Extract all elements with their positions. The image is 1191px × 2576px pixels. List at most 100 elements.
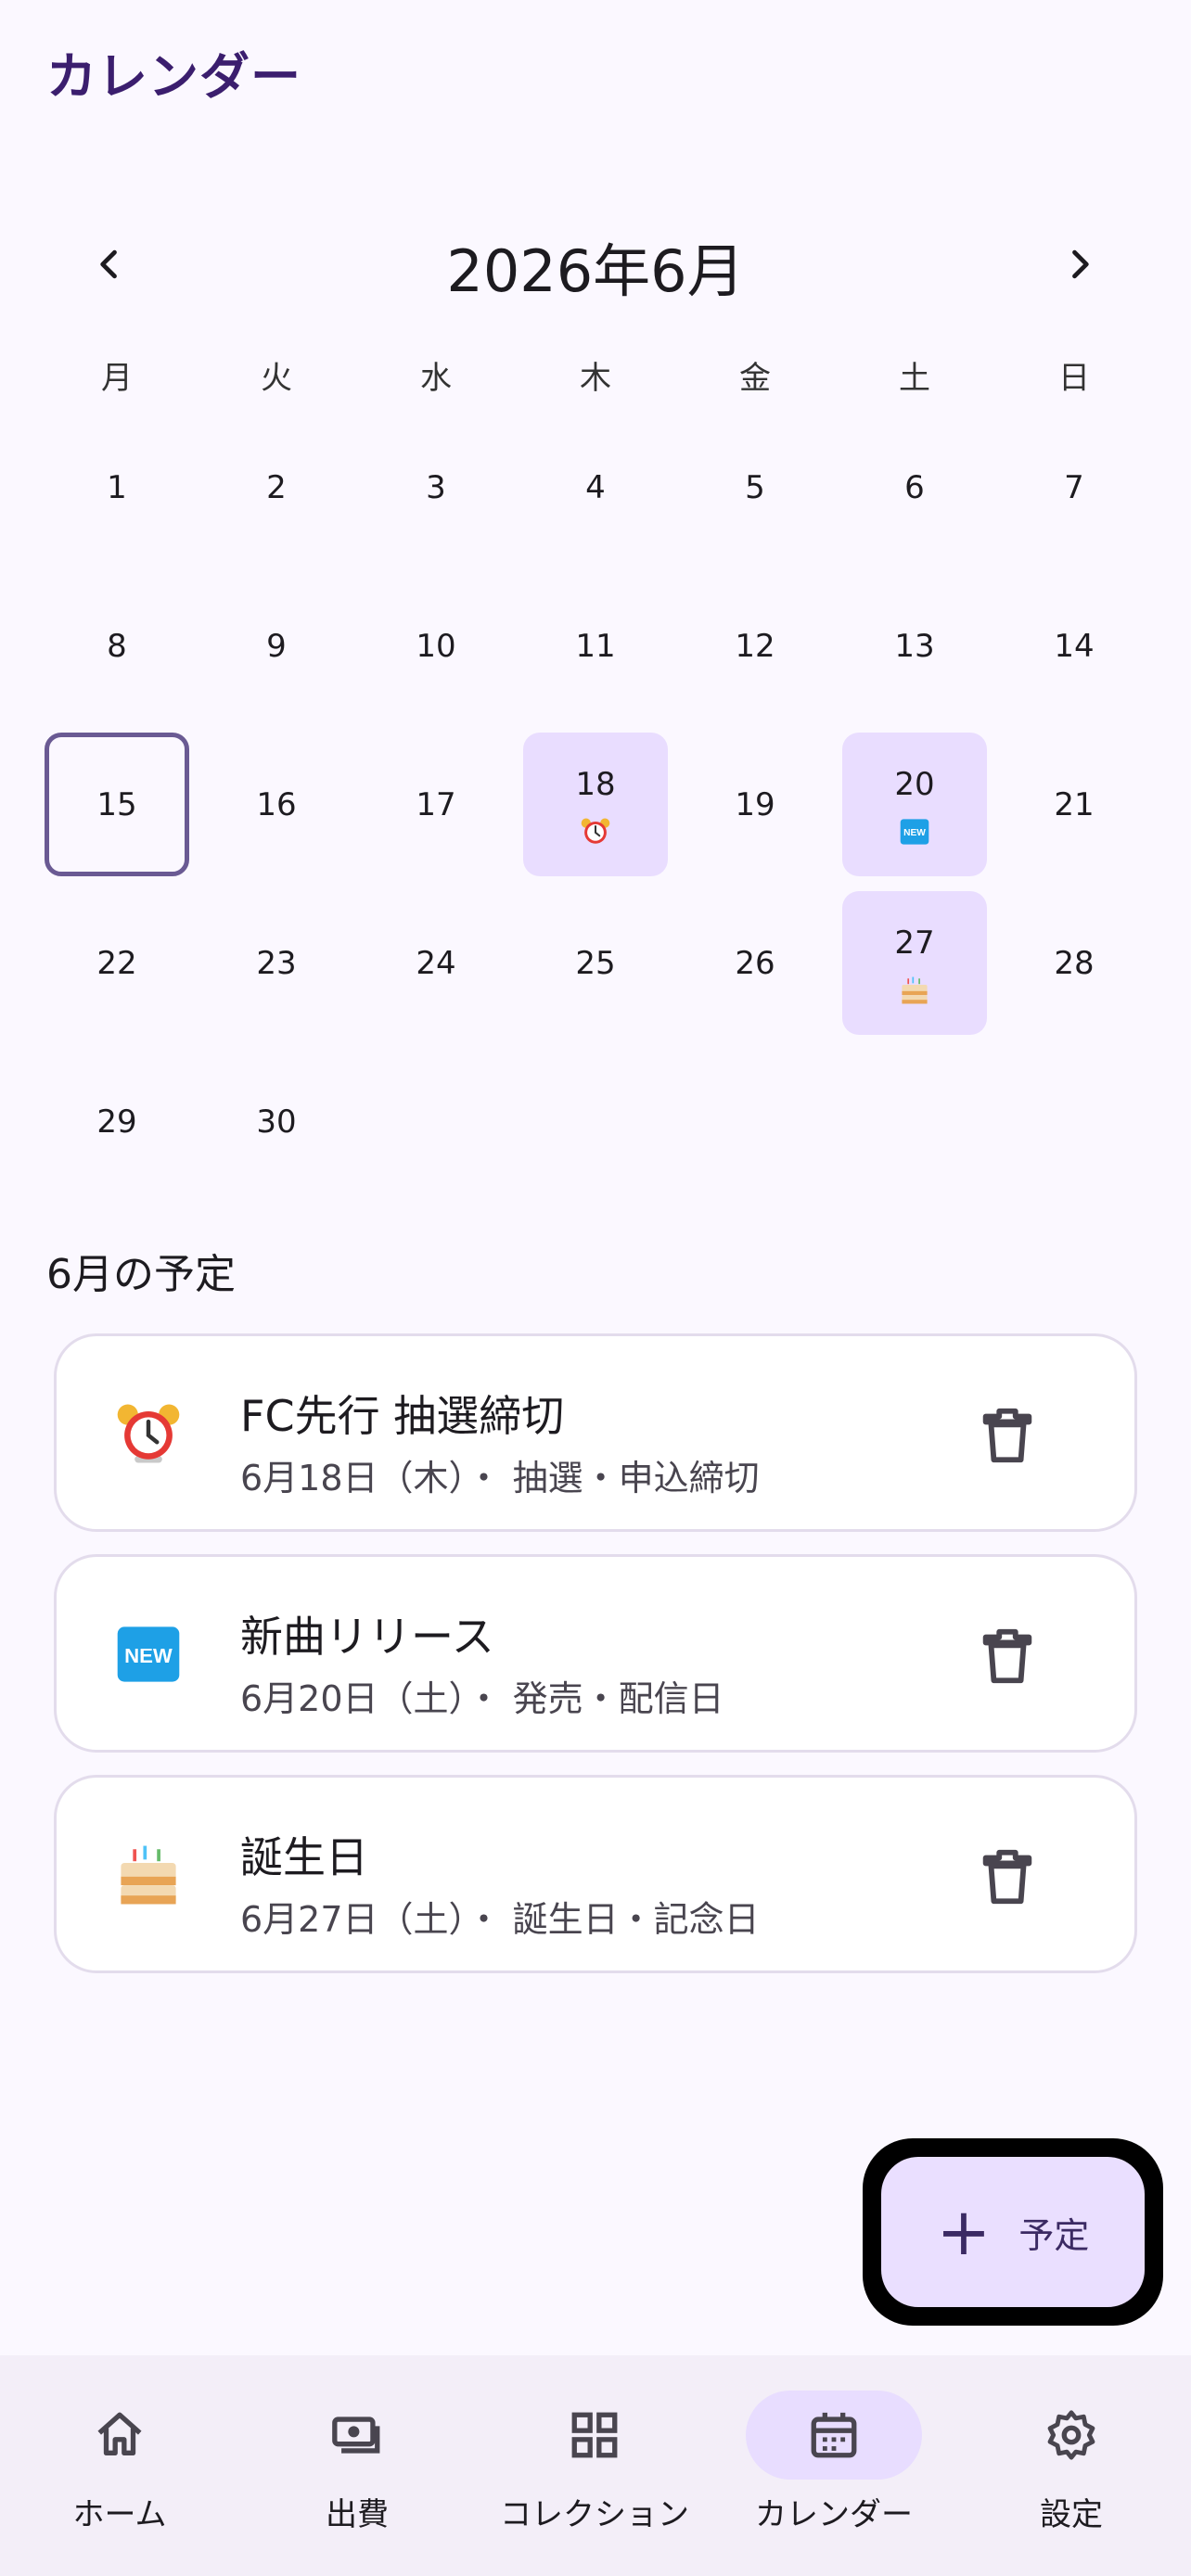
day-number: 4 bbox=[585, 468, 606, 506]
weekday-header: 月 火 水 木 金 土 日 bbox=[37, 352, 1154, 398]
day-cell-29[interactable]: 29 bbox=[37, 1042, 197, 1201]
weekday-label: 金 bbox=[739, 360, 771, 397]
empty-day-cell bbox=[675, 1042, 835, 1201]
plus-icon: + bbox=[936, 2194, 992, 2270]
calendar-week: 29 30 bbox=[37, 1042, 1154, 1201]
new-badge-icon: NEW bbox=[900, 819, 929, 845]
add-event-button[interactable]: + 予定 bbox=[881, 2157, 1145, 2307]
nav-label: 設定 bbox=[1040, 2496, 1103, 2533]
day-cell-9[interactable]: 9 bbox=[197, 567, 356, 725]
day-cell-26[interactable]: 26 bbox=[675, 884, 835, 1042]
day-cell-19[interactable]: 19 bbox=[675, 725, 835, 884]
weekday-label: 月 bbox=[101, 360, 133, 397]
alarm-clock-icon bbox=[117, 1404, 180, 1463]
event-subtitle: 6月27日（土）・ 誕生日・記念日 bbox=[240, 1899, 760, 1940]
day-cell-6[interactable]: 6 bbox=[835, 408, 994, 567]
next-month-button[interactable] bbox=[1043, 232, 1117, 297]
nav-home[interactable]: ホーム bbox=[0, 2391, 239, 2534]
day-cell-16[interactable]: 16 bbox=[197, 725, 356, 884]
day-cell-15[interactable]: 15 bbox=[37, 725, 197, 884]
day-number: 17 bbox=[416, 785, 456, 823]
day-cell-21[interactable]: 21 bbox=[994, 725, 1154, 884]
month-title: 2026年6月 bbox=[446, 237, 745, 305]
money-icon bbox=[332, 2417, 380, 2454]
event-card[interactable]: NEW 新曲リリース 6月20日（土）・ 発売・配信日 bbox=[54, 1554, 1137, 1753]
svg-text:NEW: NEW bbox=[124, 1644, 173, 1667]
day-number: 27 bbox=[894, 925, 935, 962]
event-card[interactable]: 誕生日 6月27日（土）・ 誕生日・記念日 bbox=[54, 1775, 1137, 1973]
day-number: 10 bbox=[416, 627, 456, 665]
day-cell-14[interactable]: 14 bbox=[994, 567, 1154, 725]
day-cell-11[interactable]: 11 bbox=[516, 567, 675, 725]
calendar-week: 1 2 3 4 5 6 7 bbox=[37, 408, 1154, 567]
day-cell-8[interactable]: 8 bbox=[37, 567, 197, 725]
alarm-clock-icon bbox=[581, 818, 610, 844]
day-number: 8 bbox=[107, 627, 127, 665]
page-title: カレンダー bbox=[46, 47, 301, 106]
day-number: 29 bbox=[96, 1103, 137, 1141]
day-cell-27[interactable]: 27 bbox=[835, 884, 994, 1042]
event-subtitle: 6月20日（土）・ 発売・配信日 bbox=[240, 1678, 724, 1719]
day-cell-13[interactable]: 13 bbox=[835, 567, 994, 725]
nav-settings[interactable]: 設定 bbox=[952, 2391, 1191, 2534]
day-number: 30 bbox=[256, 1103, 297, 1141]
day-cell-30[interactable]: 30 bbox=[197, 1042, 356, 1201]
day-cell-28[interactable]: 28 bbox=[994, 884, 1154, 1042]
calendar-week: 15 16 17 18 19 20 NEW 21 bbox=[37, 725, 1154, 884]
calendar-grid: 1 2 3 4 5 6 7 8 9 10 11 12 13 14 15 16 17 18 19 20 NEW 21 22 23… bbox=[37, 408, 1154, 1201]
add-event-label: 予定 bbox=[1018, 2214, 1090, 2256]
day-cell-18[interactable]: 18 bbox=[516, 725, 675, 884]
weekday-label: 土 bbox=[899, 360, 930, 397]
day-cell-7[interactable]: 7 bbox=[994, 408, 1154, 567]
day-cell-12[interactable]: 12 bbox=[675, 567, 835, 725]
day-number: 6 bbox=[904, 468, 925, 506]
weekday-label: 日 bbox=[1058, 360, 1090, 397]
day-number: 23 bbox=[256, 944, 297, 982]
day-number: 21 bbox=[1054, 785, 1095, 823]
day-cell-10[interactable]: 10 bbox=[356, 567, 516, 725]
delete-icon[interactable] bbox=[975, 1403, 1040, 1468]
day-number: 28 bbox=[1054, 944, 1095, 982]
day-cell-2[interactable]: 2 bbox=[197, 408, 356, 567]
nav-expenses[interactable]: 出費 bbox=[237, 2391, 477, 2534]
day-number: 19 bbox=[735, 785, 775, 823]
empty-day-cell bbox=[994, 1042, 1154, 1201]
events-section-title: 6月の予定 bbox=[46, 1251, 236, 1298]
weekday-label: 水 bbox=[420, 360, 452, 397]
bottom-navigation: ホーム 出費 コレクション カレンダー 設定 bbox=[0, 2355, 1191, 2576]
nav-label: 出費 bbox=[326, 2496, 389, 2533]
birthday-cake-icon bbox=[902, 976, 928, 1004]
day-number: 12 bbox=[735, 627, 775, 665]
day-cell-4[interactable]: 4 bbox=[516, 408, 675, 567]
empty-day-cell bbox=[835, 1042, 994, 1201]
grid-icon bbox=[571, 2412, 618, 2458]
nav-label: ホーム bbox=[72, 2496, 167, 2533]
day-number: 9 bbox=[266, 627, 287, 665]
day-cell-24[interactable]: 24 bbox=[356, 884, 516, 1042]
new-badge-icon: NEW bbox=[117, 1626, 180, 1682]
day-cell-25[interactable]: 25 bbox=[516, 884, 675, 1042]
day-number: 18 bbox=[575, 766, 616, 803]
nav-calendar[interactable]: カレンダー bbox=[714, 2391, 954, 2534]
day-cell-17[interactable]: 17 bbox=[356, 725, 516, 884]
day-cell-5[interactable]: 5 bbox=[675, 408, 835, 567]
nav-collection[interactable]: コレクション bbox=[475, 2391, 714, 2534]
day-cell-20[interactable]: 20 NEW bbox=[835, 725, 994, 884]
day-cell-23[interactable]: 23 bbox=[197, 884, 356, 1042]
day-cell-22[interactable]: 22 bbox=[37, 884, 197, 1042]
calendar-icon bbox=[811, 2412, 857, 2458]
day-number: 11 bbox=[575, 627, 616, 665]
event-subtitle: 6月18日（木）・ 抽選・申込締切 bbox=[240, 1458, 760, 1498]
svg-text:NEW: NEW bbox=[903, 828, 926, 838]
delete-icon[interactable] bbox=[975, 1844, 1040, 1909]
day-number: 16 bbox=[256, 785, 297, 823]
chevron-right-icon bbox=[1072, 249, 1089, 279]
day-number: 14 bbox=[1054, 627, 1095, 665]
day-number: 2 bbox=[266, 468, 287, 506]
day-cell-1[interactable]: 1 bbox=[37, 408, 197, 567]
day-number: 1 bbox=[107, 468, 127, 506]
event-card[interactable]: FC先行 抽選締切 6月18日（木）・ 抽選・申込締切 bbox=[54, 1333, 1137, 1532]
day-number: 22 bbox=[96, 944, 137, 982]
delete-icon[interactable] bbox=[975, 1624, 1040, 1689]
day-cell-3[interactable]: 3 bbox=[356, 408, 516, 567]
